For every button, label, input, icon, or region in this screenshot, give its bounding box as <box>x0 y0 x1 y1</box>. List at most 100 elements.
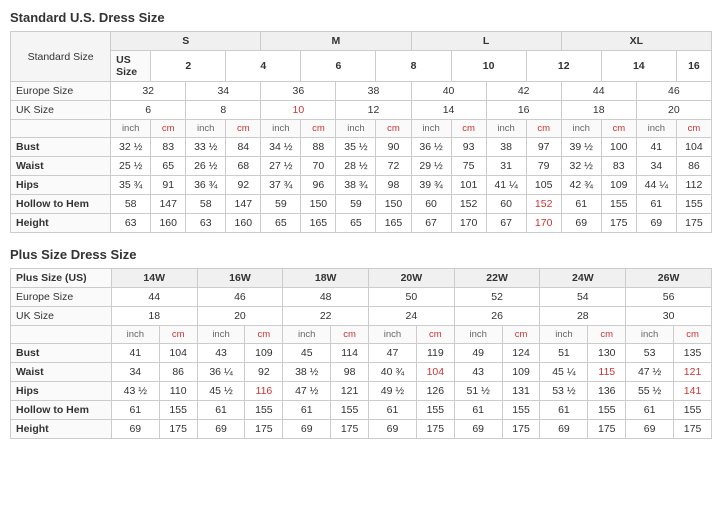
table-cell: 27 ½ <box>261 157 301 176</box>
table-cell: 165 <box>301 214 336 233</box>
table-cell: inch <box>486 120 526 138</box>
table-cell: 34 ½ <box>261 138 301 157</box>
table-cell: 49 <box>454 344 502 363</box>
table-cell: 69 <box>626 420 674 439</box>
table-cell: 115 <box>588 363 626 382</box>
table-cell: inch <box>561 120 601 138</box>
table-cell: cm <box>451 120 486 138</box>
table-cell: 155 <box>588 401 626 420</box>
table-cell: 16W <box>197 269 283 288</box>
table-cell: 112 <box>676 176 711 195</box>
table-cell: 56 <box>626 288 712 307</box>
table-cell: 31 <box>486 157 526 176</box>
table-cell: 150 <box>376 195 411 214</box>
table-cell: 48 <box>283 288 369 307</box>
table-cell: 63 <box>111 214 151 233</box>
table-cell: cm <box>588 326 626 344</box>
table-cell: 130 <box>588 344 626 363</box>
table-cell: 28 ½ <box>336 157 376 176</box>
table-cell: 67 <box>411 214 451 233</box>
table-cell: 175 <box>245 420 283 439</box>
table-cell: Waist <box>11 363 112 382</box>
table-cell: 61 <box>111 401 159 420</box>
table-cell: 44 ¼ <box>636 176 676 195</box>
table-cell: inch <box>626 326 674 344</box>
table-cell: 175 <box>416 420 454 439</box>
table-cell: 46 <box>636 82 711 101</box>
table-cell: 126 <box>416 382 454 401</box>
table-cell: 109 <box>245 344 283 363</box>
table-cell: 41 <box>636 138 676 157</box>
table-cell: 20 <box>197 307 283 326</box>
table-cell: 18 <box>561 101 636 120</box>
table-cell: 38 ½ <box>283 363 331 382</box>
table-cell: 90 <box>376 138 411 157</box>
table-cell: 104 <box>159 344 197 363</box>
table-cell: cm <box>502 326 540 344</box>
table-cell: 88 <box>301 138 336 157</box>
table-cell: 61 <box>283 401 331 420</box>
table-cell: Waist <box>11 157 111 176</box>
table-cell: 155 <box>331 401 369 420</box>
table-cell: 135 <box>674 344 712 363</box>
table-cell: 75 <box>451 157 486 176</box>
table-cell: 175 <box>674 420 712 439</box>
table-cell: 34 <box>636 157 676 176</box>
table-cell: 69 <box>111 420 159 439</box>
table-cell: 42 <box>486 82 561 101</box>
table-cell: 160 <box>226 214 261 233</box>
table-cell: 22 <box>283 307 369 326</box>
table-cell: 160 <box>151 214 186 233</box>
table-cell: 45 ¼ <box>540 363 588 382</box>
table-cell: 50 <box>369 288 455 307</box>
table-cell: 51 <box>540 344 588 363</box>
table-cell: 10 <box>451 51 526 82</box>
table-cell: inch <box>369 326 417 344</box>
table-cell: 69 <box>561 214 601 233</box>
table-cell: 61 <box>454 401 502 420</box>
table-cell: 20 <box>636 101 711 120</box>
table-cell: 69 <box>369 420 417 439</box>
table-cell: 6 <box>111 101 186 120</box>
table-cell: 45 ½ <box>197 382 245 401</box>
table-cell: 32 ½ <box>561 157 601 176</box>
table-cell: 18W <box>283 269 369 288</box>
table-cell: cm <box>245 326 283 344</box>
table-cell: 63 <box>186 214 226 233</box>
table-cell: 4 <box>226 51 301 82</box>
table-cell: 109 <box>502 363 540 382</box>
table-cell: 14 <box>411 101 486 120</box>
table-cell: 152 <box>451 195 486 214</box>
table-cell: cm <box>526 120 561 138</box>
table-cell: 54 <box>540 288 626 307</box>
table-cell: inch <box>540 326 588 344</box>
table-cell: inch <box>636 120 676 138</box>
table-cell: 109 <box>601 176 636 195</box>
table-cell: 98 <box>331 363 369 382</box>
table-cell: 14 <box>601 51 676 82</box>
table-cell: 38 ¾ <box>336 176 376 195</box>
table-cell: 155 <box>245 401 283 420</box>
table-cell: 36 ½ <box>411 138 451 157</box>
plus-dress-size-table: Plus Size (US)14W16W18W20W22W24W26W Euro… <box>10 268 712 439</box>
plus-title: Plus Size Dress Size <box>10 247 712 262</box>
table-cell: 18 <box>111 307 197 326</box>
table-cell: 58 <box>186 195 226 214</box>
table-cell: 49 ½ <box>369 382 417 401</box>
table-cell: 69 <box>636 214 676 233</box>
table-cell: 38 <box>336 82 411 101</box>
table-cell: 52 <box>454 288 540 307</box>
table-cell: 131 <box>502 382 540 401</box>
table-cell: 150 <box>301 195 336 214</box>
table-cell: UK Size <box>11 307 112 326</box>
standard-size-header: Standard Size <box>11 32 111 82</box>
table-cell: 24 <box>369 307 455 326</box>
table-cell: 155 <box>601 195 636 214</box>
table-cell: 35 ½ <box>336 138 376 157</box>
table-cell: UK Size <box>11 101 111 120</box>
table-cell: 37 ¾ <box>261 176 301 195</box>
table-cell: 96 <box>301 176 336 195</box>
table-cell: 47 ½ <box>283 382 331 401</box>
m-group-header: M <box>261 32 411 51</box>
table-cell: 175 <box>331 420 369 439</box>
